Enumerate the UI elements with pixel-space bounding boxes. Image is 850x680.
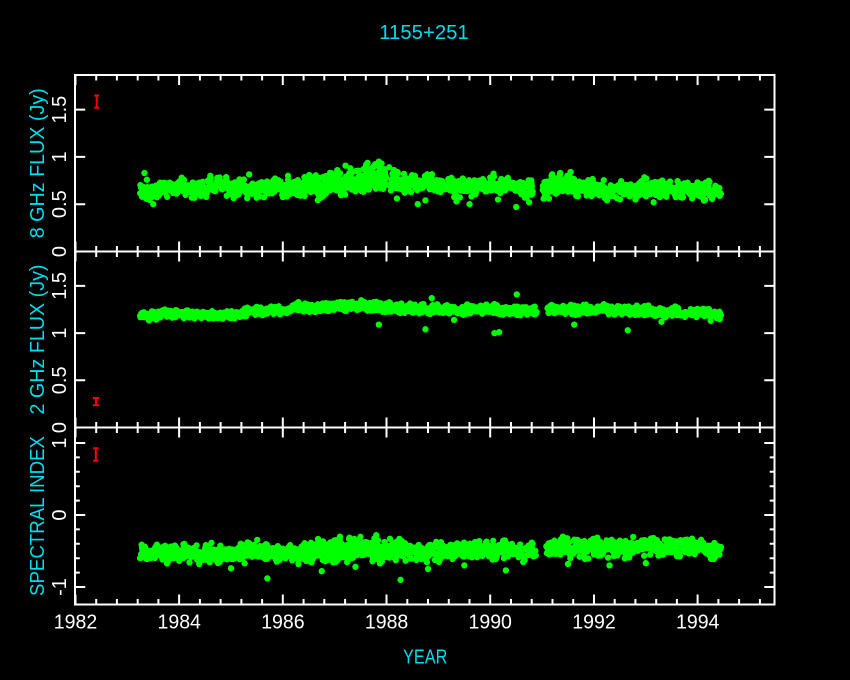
- svg-text:1: 1: [49, 328, 71, 339]
- svg-text:1.5: 1.5: [49, 272, 71, 300]
- svg-text:-1: -1: [49, 578, 71, 596]
- svg-text:1990: 1990: [469, 611, 512, 633]
- svg-text:1984: 1984: [158, 611, 201, 633]
- svg-text:1986: 1986: [261, 611, 304, 633]
- svg-text:0: 0: [49, 509, 71, 520]
- svg-text:1: 1: [49, 437, 71, 448]
- svg-text:1: 1: [49, 151, 71, 162]
- svg-text:8 GHz FLUX (Jy): 8 GHz FLUX (Jy): [27, 88, 49, 238]
- svg-text:YEAR: YEAR: [403, 646, 447, 668]
- svg-text:1994: 1994: [676, 611, 719, 633]
- svg-text:1.5: 1.5: [49, 96, 71, 124]
- svg-text:0: 0: [49, 422, 71, 433]
- svg-text:0.5: 0.5: [49, 366, 71, 394]
- svg-text:SPECTRAL INDEX: SPECTRAL INDEX: [27, 436, 49, 596]
- svg-text:1155+251: 1155+251: [379, 22, 469, 44]
- svg-text:1982: 1982: [54, 611, 97, 633]
- svg-text:1988: 1988: [365, 611, 408, 633]
- svg-text:2 GHz FLUX (Jy): 2 GHz FLUX (Jy): [27, 265, 49, 415]
- svg-text:0: 0: [49, 246, 71, 257]
- svg-text:1992: 1992: [572, 611, 615, 633]
- svg-text:0.5: 0.5: [49, 190, 71, 218]
